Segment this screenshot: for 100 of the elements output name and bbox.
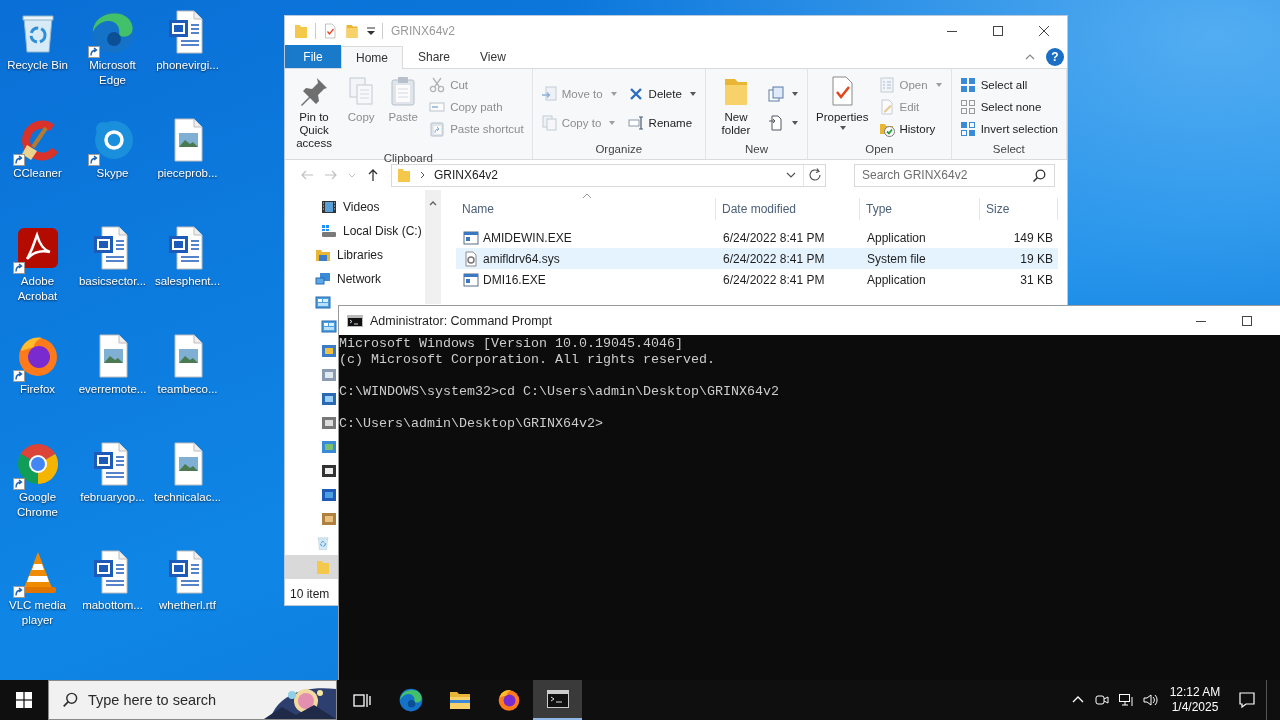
search-icon (62, 692, 78, 708)
desktop-icon-label[interactable]: Skype (96, 166, 129, 181)
console-line: (c) Microsoft Corporation. All rights reserved. (339, 352, 716, 368)
desktop-icon-label[interactable]: technicalac... (153, 490, 222, 505)
windows-logo-icon (16, 692, 32, 708)
nav-item[interactable]: Local Disk (C:) (285, 219, 425, 243)
settings-tile-icon (321, 391, 337, 407)
desktop-icon-label[interactable]: Microsoft Edge (75, 58, 150, 88)
nav-item[interactable]: Libraries (285, 243, 425, 267)
ribbon-button[interactable]: Pin to Quick access (290, 71, 339, 150)
file-menu-tab[interactable]: File (285, 45, 341, 68)
dropdown-arrow-icon[interactable] (366, 25, 376, 36)
desktop-icon-label[interactable]: Adobe Acrobat (0, 274, 75, 304)
console-icon (347, 312, 363, 329)
status-bar-text: 10 item (289, 586, 331, 603)
address-path[interactable]: GRINX64v2 (434, 168, 779, 182)
ribbon-group-label: New (743, 142, 769, 157)
camera-icon (1094, 692, 1110, 708)
desktop-icon-label[interactable]: pieceprob... (157, 166, 218, 181)
settings-tile-icon (321, 367, 337, 383)
desktop-icon-label[interactable]: mabottom... (82, 598, 143, 613)
ribbon-tab[interactable]: Share (403, 45, 466, 68)
console-line: C:\Users\admin\Desktop\GRINX64v2> (339, 416, 604, 432)
mixed-grid-icon (959, 121, 976, 137)
file-row[interactable]: DMI16.EXE 6/24/2022 8:41 PM Application 31 KB (456, 269, 1058, 290)
ribbon-tab[interactable]: Home (341, 46, 403, 69)
column-header[interactable]: Size (980, 198, 1058, 220)
file-size: 149 KB (1012, 230, 1054, 245)
checked-page-icon[interactable] (322, 22, 338, 39)
file-name[interactable]: amifldrv64.sys (483, 251, 716, 266)
text-cursor-icon (627, 115, 644, 131)
column-header[interactable]: Name (456, 198, 716, 220)
file-row[interactable]: amifldrv64.sys 6/24/2022 8:41 PM System file 19 KB (456, 248, 1058, 269)
desktop-icon-label[interactable]: februaryop... (80, 490, 145, 505)
ribbon-tab[interactable]: View (465, 45, 521, 68)
ribbon-group-label: Clipboard (382, 151, 434, 166)
speaker-icon (1142, 692, 1158, 708)
scissors-icon (429, 77, 446, 93)
desktop-icon-label[interactable]: VLC media player (0, 598, 75, 628)
empty-grid-icon (959, 99, 976, 115)
desktop-icon-label[interactable]: everremote... (78, 382, 147, 397)
network-monitor-icon (1118, 692, 1134, 708)
caret-icon (609, 90, 618, 98)
filled-grid-icon (959, 77, 976, 93)
settings-tile-icon (321, 463, 337, 479)
column-header[interactable]: Type (860, 198, 980, 220)
ribbon-button[interactable]: Select all (956, 74, 1061, 96)
clock-date[interactable]: 1/4/2025 (1171, 700, 1219, 715)
ribbon-button[interactable]: Invert selection (956, 118, 1061, 140)
caret-icon (839, 124, 848, 132)
folder-check-icon (878, 121, 895, 137)
file-type: Application (866, 230, 927, 245)
swirl-browser-icon (397, 687, 424, 713)
search-icon (1032, 168, 1046, 183)
desktop-icon-label[interactable]: Google Chrome (0, 490, 75, 520)
window-title: Administrator: Command Prompt (370, 313, 552, 328)
maximize-icon (1242, 315, 1252, 326)
network-icon (315, 271, 331, 287)
desktop-icon-label[interactable]: CCleaner (13, 166, 62, 181)
desktop-icon-label[interactable]: salesphent... (154, 274, 221, 289)
settings-tile-icon (321, 439, 337, 455)
clock-time[interactable]: 12:12 AM (1169, 685, 1221, 700)
page-arrow-icon (540, 86, 557, 102)
taskbar-button[interactable] (533, 680, 582, 720)
ribbon-button[interactable]: Select none (956, 96, 1061, 118)
desktop-icon-label[interactable]: basicsector... (78, 274, 147, 289)
application-icon (463, 229, 479, 246)
nav-item[interactable]: Videos (285, 195, 425, 219)
settings-tile-icon (321, 487, 337, 503)
desktop-icon-label[interactable]: Recycle Bin (7, 58, 68, 73)
desktop-icon-label[interactable]: teambeco... (157, 382, 218, 397)
application-icon (463, 271, 479, 288)
nav-item[interactable]: Network (285, 267, 425, 291)
date-modified: 6/24/2022 8:41 PM (722, 272, 826, 287)
ribbon-button[interactable]: History (875, 118, 946, 140)
ribbon-button[interactable]: Delete (624, 83, 700, 105)
caret-icon (934, 81, 943, 89)
column-header[interactable]: Date modified (716, 198, 860, 220)
caret-icon (608, 119, 617, 127)
folder-icon (315, 559, 331, 575)
film-icon (321, 199, 337, 215)
ribbon-button[interactable]: New folder (710, 71, 762, 141)
date-modified: 6/24/2022 8:41 PM (722, 251, 826, 266)
desktop-icon-label[interactable]: whetherl.rtf (159, 598, 216, 613)
folder-icon (396, 167, 412, 183)
search-field[interactable]: Search GRINX64v2 (854, 163, 1055, 187)
ribbon-button[interactable]: Properties (813, 71, 872, 141)
path-bar-icon (429, 99, 446, 115)
file-name[interactable]: DMI16.EXE (483, 272, 716, 287)
address-bar[interactable]: GRINX64v2 (391, 163, 826, 187)
desktop-icon-label[interactable]: Firefox (19, 382, 56, 397)
caret-icon (791, 90, 800, 98)
ribbon-group-label: Organize (594, 142, 644, 157)
desktop-icon-label[interactable]: phonevirgi... (156, 58, 219, 73)
ribbon-button[interactable]: Rename (624, 112, 700, 134)
help-button[interactable]: ? (1046, 47, 1064, 66)
file-row[interactable]: AMIDEWIN.EXE 6/24/2022 8:41 PM Application 149 KB (456, 227, 1058, 248)
file-name[interactable]: AMIDEWIN.EXE (483, 230, 716, 245)
drive-icon (321, 223, 337, 239)
file-type: Application (866, 272, 927, 287)
